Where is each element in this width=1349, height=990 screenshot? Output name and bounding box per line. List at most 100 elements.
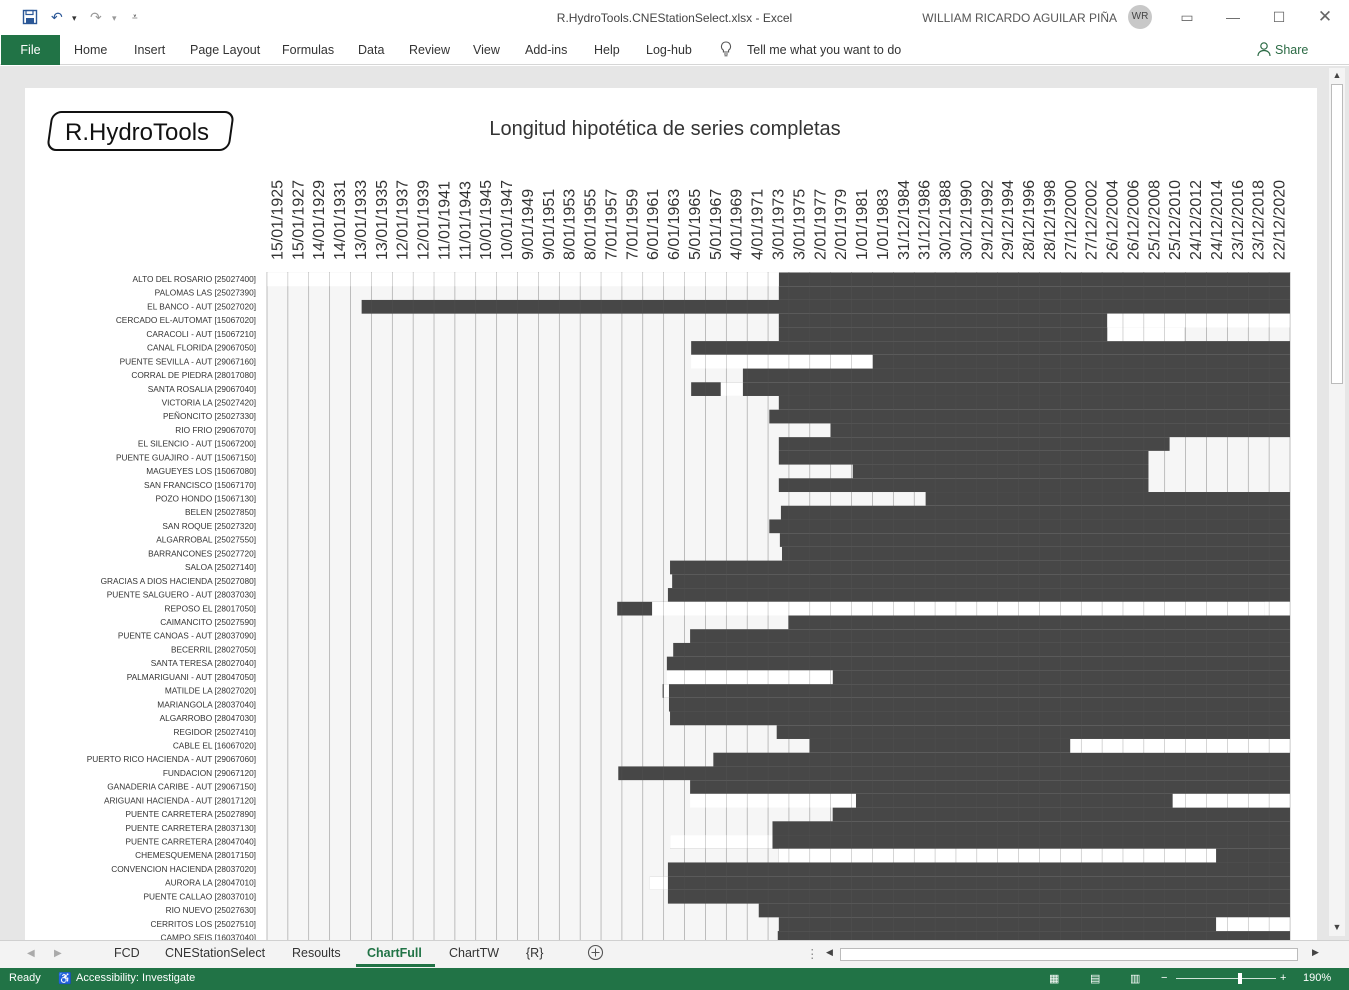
station-bar [769, 409, 1290, 424]
station-label: AURORA LA [28047010] [165, 878, 256, 888]
status-ready: Ready [9, 972, 41, 984]
maximize-icon[interactable]: ☐ [1268, 6, 1290, 28]
station-bar [788, 615, 1290, 630]
scroll-left-icon[interactable]: ◀ [826, 947, 833, 958]
x-tick-label: 23/12/2018 [1251, 180, 1268, 260]
x-tick-label: 6/01/1963 [666, 189, 683, 260]
station-bar [780, 505, 1290, 520]
scroll-tabs-right-icon[interactable]: ▶ [54, 948, 62, 959]
station-label: MARIANGOLA [28037040] [157, 699, 256, 709]
zoom-level[interactable]: 190% [1303, 972, 1331, 984]
tab-insert[interactable]: Insert [134, 43, 165, 57]
station-label: PUENTE CARRETERA [25027890] [125, 809, 256, 819]
accessibility-icon[interactable]: ♿ [58, 972, 72, 985]
close-icon[interactable]: ✕ [1314, 6, 1336, 28]
scroll-right-icon[interactable]: ▶ [1312, 947, 1319, 958]
station-label: SAN FRANCISCO [15067170] [144, 480, 256, 490]
tab-review[interactable]: Review [409, 43, 450, 57]
zoom-slider-thumb[interactable] [1238, 973, 1242, 984]
station-label: ALGARROBAL [25027550] [156, 535, 256, 545]
zoom-in-icon[interactable]: + [1280, 972, 1286, 984]
station-bar [673, 642, 1290, 657]
horizontal-scrollbar[interactable]: ◀ ▶ [826, 947, 1326, 963]
station-label: PALOMAS LAS [25027390] [155, 288, 256, 298]
station-bar [769, 519, 1290, 534]
station-bar [778, 286, 1290, 300]
x-tick-label: 13/01/1933 [353, 180, 370, 260]
minimize-icon[interactable]: — [1222, 6, 1244, 28]
user-name: WILLIAM RICARDO AGUILAR PIÑA [922, 11, 1117, 25]
x-tick-label: 12/01/1939 [416, 180, 433, 260]
ribbon-display-icon[interactable]: ▭ [1176, 6, 1198, 28]
station-label: CHEMESQUEMENA [28017150] [135, 850, 256, 860]
scroll-down-icon[interactable]: ▼ [1329, 922, 1345, 932]
scroll-tabs-left-icon[interactable]: ◀ [27, 948, 35, 959]
chart-sheet-area: R.HydroTools Longitud hipotética de seri… [0, 66, 1349, 940]
tab-formulas[interactable]: Formulas [282, 43, 334, 57]
station-bar [778, 917, 1290, 932]
station-label: BARRANCONES [25027720] [148, 548, 256, 558]
x-tick-label: 6/01/1961 [645, 189, 662, 260]
station-label: PUENTE SEVILLA - AUT [29067160] [120, 356, 256, 366]
gantt-chart[interactable]: ALTO DEL ROSARIO [25027400] PALOMAS LAS [… [25, 88, 1317, 940]
avatar[interactable]: WR [1128, 5, 1152, 29]
accessibility-status[interactable]: Accessibility: Investigate [76, 972, 195, 984]
new-sheet-icon[interactable] [587, 944, 604, 964]
station-label: CORRAL DE PIEDRA [28017080] [131, 370, 256, 380]
station-bar [649, 876, 1290, 890]
x-tick-label: 15/01/1925 [269, 180, 286, 260]
tab-add-ins[interactable]: Add-ins [525, 43, 567, 57]
station-label: EL BANCO - AUT [25027020] [147, 301, 256, 311]
active-tab-indicator [356, 964, 435, 967]
normal-view-icon[interactable]: ▦ [1049, 972, 1059, 985]
gap-segment [666, 670, 833, 685]
station-bar [809, 738, 1071, 753]
scroll-up-icon[interactable]: ▲ [1329, 70, 1345, 80]
x-tick-label: 23/12/2016 [1230, 180, 1247, 260]
station-label: PALMARIGUANI - AUT [28047050] [127, 672, 256, 682]
sheet-tab-charttw[interactable]: ChartTW [449, 946, 499, 960]
station-bar [778, 437, 1170, 451]
tell-me-search[interactable]: Tell me what you want to do [747, 43, 901, 57]
sheet-tab-resoults[interactable]: Resoults [292, 946, 341, 960]
share-icon[interactable] [1257, 41, 1271, 62]
tab-file[interactable]: File [1, 35, 60, 65]
tab-log-hub[interactable]: Log-hub [646, 43, 692, 57]
zoom-slider[interactable] [1176, 978, 1276, 979]
x-tick-label: 1/01/1981 [854, 189, 871, 260]
tab-splitter-icon[interactable]: ⋮ [806, 946, 819, 961]
tab-home[interactable]: Home [74, 43, 107, 57]
zoom-out-icon[interactable]: − [1161, 972, 1167, 984]
scrollbar-thumb[interactable] [840, 948, 1298, 961]
sheet-tab-r[interactable]: {R} [526, 946, 543, 960]
page-layout-view-icon[interactable]: ▤ [1090, 972, 1100, 985]
sheet-tab-cnestationselect[interactable]: CNEStationSelect [165, 946, 265, 960]
station-label: EL SILENCIO - AUT [15067200] [138, 439, 256, 449]
vertical-scrollbar[interactable]: ▲ ▼ [1329, 68, 1345, 936]
station-bar [776, 725, 1290, 739]
station-label: PEÑONCITO [25027330] [163, 411, 256, 421]
chart-area[interactable]: R.HydroTools Longitud hipotética de seri… [25, 88, 1317, 940]
station-label: BELEN [25027850] [185, 507, 256, 517]
station-label: ALGARROBO [28047030] [160, 713, 256, 723]
tab-view[interactable]: View [473, 43, 500, 57]
scrollbar-thumb[interactable] [1331, 84, 1343, 384]
sheet-tab-fcd[interactable]: FCD [114, 946, 140, 960]
sheet-tab-chartfull[interactable]: ChartFull [367, 946, 422, 960]
x-tick-label: 2/01/1977 [812, 189, 829, 260]
tab-data[interactable]: Data [358, 43, 384, 57]
station-label: POZO HONDO [15067130] [155, 494, 256, 504]
share-button[interactable]: Share [1275, 43, 1308, 57]
x-tick-label: 9/01/1951 [541, 189, 558, 260]
station-bar [852, 464, 1149, 479]
station-bar [662, 684, 1290, 698]
station-label: PUENTE SALGUERO - AUT [28037030] [107, 590, 256, 600]
station-bar [666, 656, 1290, 671]
x-tick-label: 27/12/2002 [1084, 180, 1101, 260]
page-break-view-icon[interactable]: ▥ [1130, 972, 1140, 985]
x-tick-label: 3/01/1975 [791, 189, 808, 260]
tab-page-layout[interactable]: Page Layout [190, 43, 260, 57]
tab-help[interactable]: Help [594, 43, 620, 57]
station-bar [778, 313, 1108, 328]
status-bar: Ready ♿ Accessibility: Investigate ▦ ▤ ▥… [0, 968, 1349, 990]
